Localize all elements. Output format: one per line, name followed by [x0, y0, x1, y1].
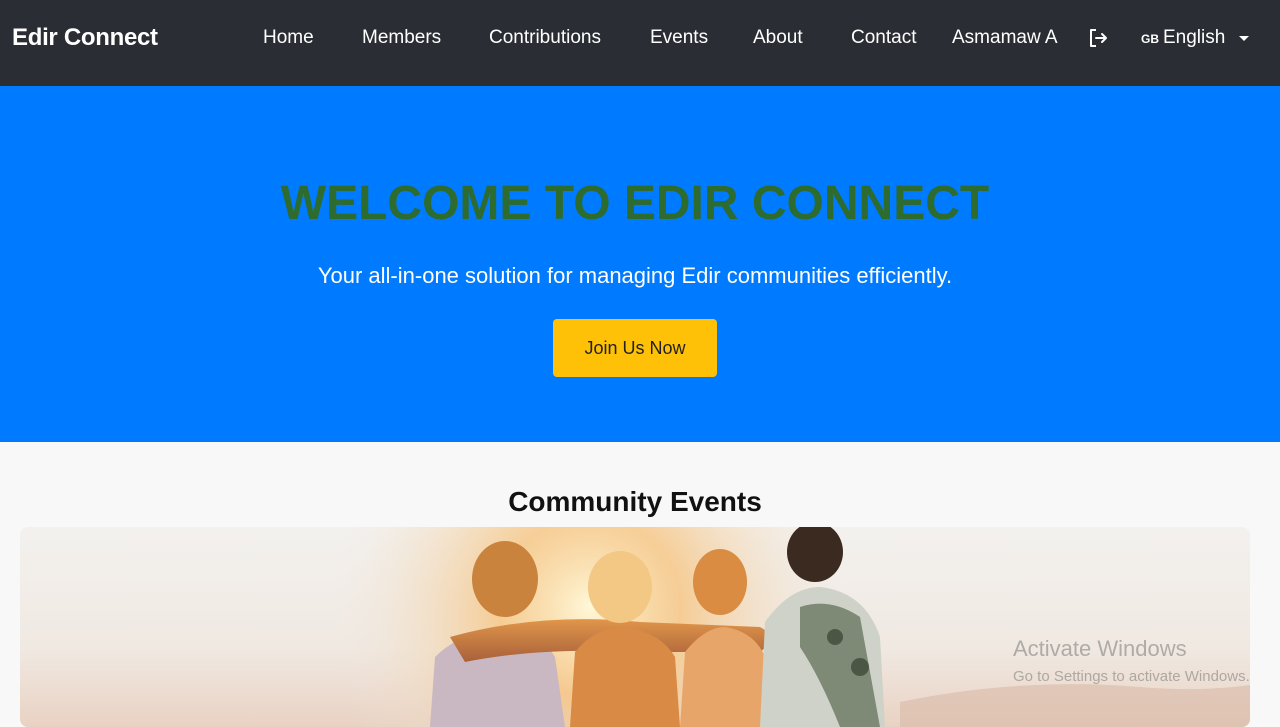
event-image	[20, 527, 1250, 727]
logout-icon[interactable]	[1087, 27, 1109, 49]
hero-title: WELCOME TO EDIR CONNECT	[280, 177, 990, 230]
nav-link-members[interactable]: Members	[362, 27, 441, 49]
activate-windows-hint: Go to Settings to activate Windows.	[1013, 668, 1250, 685]
nav-link-home[interactable]: Home	[263, 27, 314, 49]
user-name[interactable]: Asmamaw A	[952, 27, 1058, 49]
language-selector[interactable]: GB English	[1141, 27, 1225, 49]
hero-subtitle: Your all-in-one solution for managing Ed…	[317, 263, 953, 288]
brand-logo[interactable]: Edir Connect	[12, 24, 158, 52]
events-heading: Community Events	[508, 486, 762, 517]
chevron-down-icon[interactable]	[1239, 36, 1249, 41]
activate-windows-title: Activate Windows	[1013, 636, 1187, 661]
navbar: Edir Connect Home Members Contributions …	[0, 0, 1280, 86]
hero-section: WELCOME TO EDIR CONNECT Your all-in-one …	[0, 86, 1280, 442]
friends-embracing-illustration	[20, 527, 1250, 727]
nav-link-about[interactable]: About	[753, 27, 803, 49]
join-us-button[interactable]: Join Us Now	[553, 319, 717, 377]
flag-icon: GB	[1141, 32, 1159, 46]
nav-link-contact[interactable]: Contact	[851, 27, 916, 49]
nav-link-events[interactable]: Events	[650, 27, 708, 49]
language-label: English	[1163, 27, 1226, 48]
nav-link-contributions[interactable]: Contributions	[489, 27, 601, 49]
